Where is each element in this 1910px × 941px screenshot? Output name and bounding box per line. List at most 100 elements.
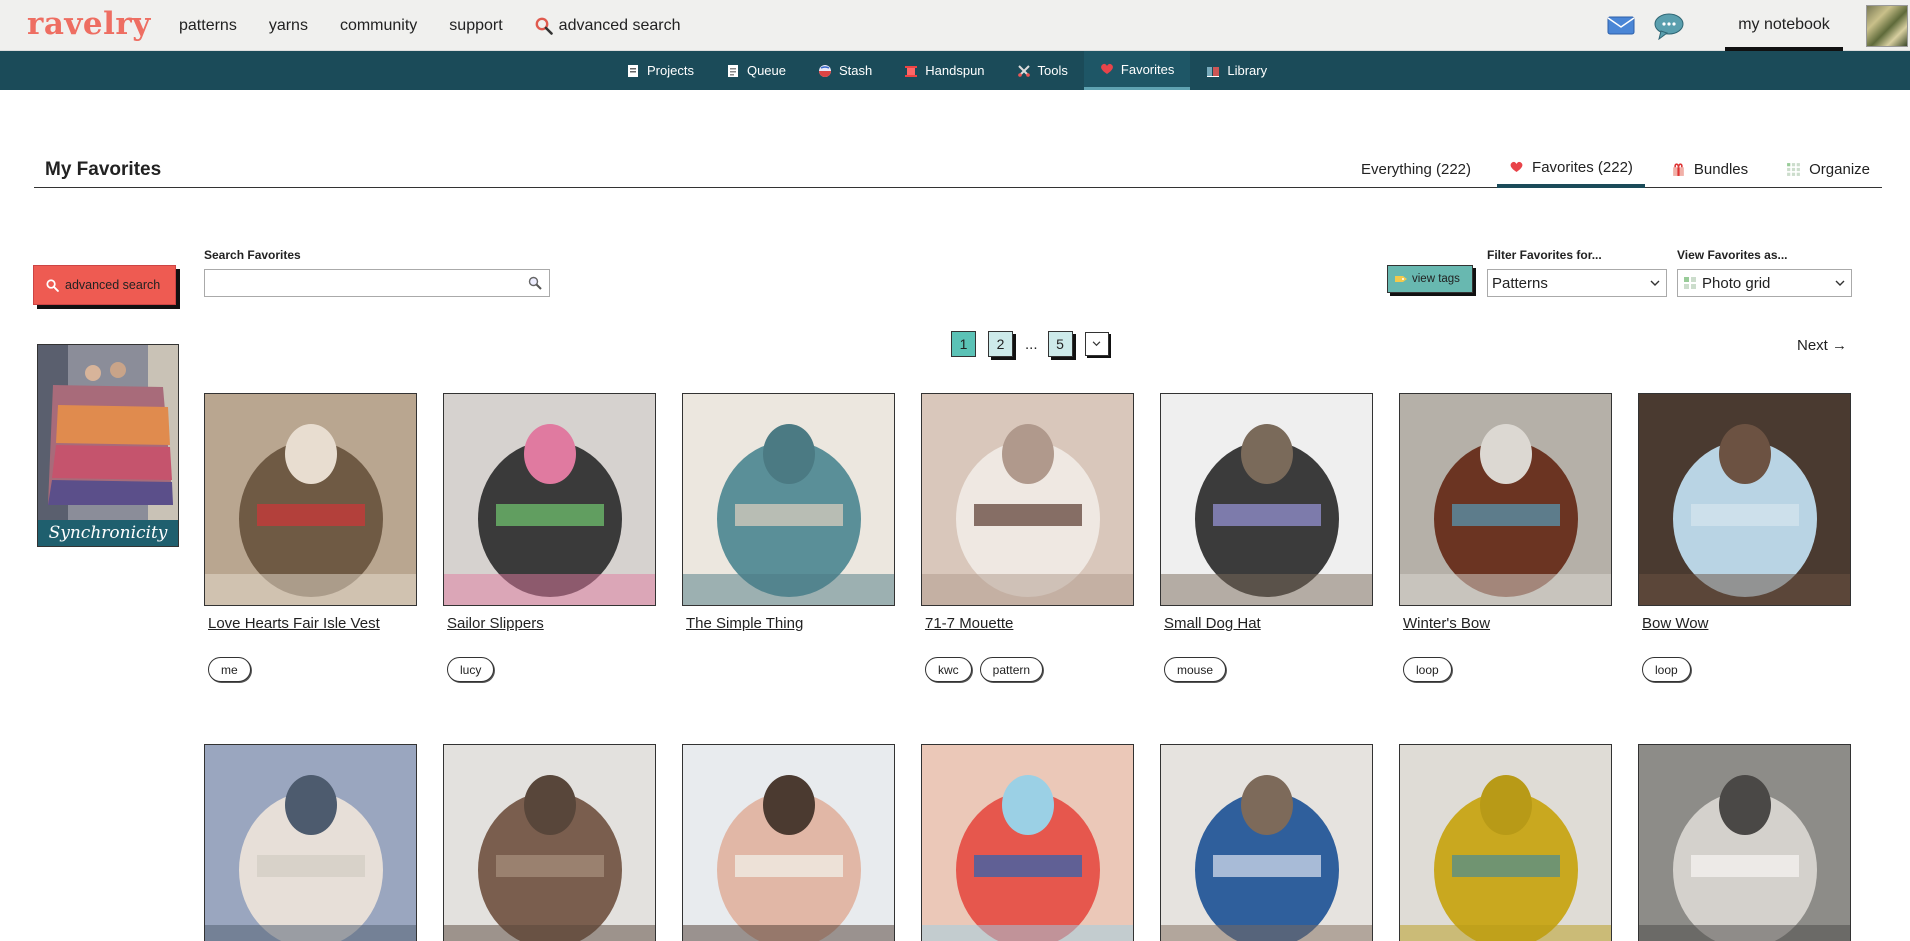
favorite-card[interactable]: Sailor Slippers lucy [443, 393, 656, 682]
pattern-photo[interactable] [1399, 393, 1612, 606]
page-5-button[interactable]: 5 [1047, 331, 1073, 357]
pattern-photo[interactable] [443, 744, 656, 941]
tag-pill[interactable]: mouse [1164, 657, 1227, 682]
notebook-tab-library[interactable]: Library [1190, 51, 1283, 90]
notebook-tab-label: Favorites [1120, 61, 1175, 77]
favorite-card[interactable] [204, 744, 417, 941]
pattern-title-link[interactable]: The Simple Thing [686, 615, 803, 632]
tab-favorites[interactable]: Favorites (222) [1497, 150, 1645, 188]
notebook-tab-handspun[interactable]: Handspun [888, 51, 1000, 90]
filter-favorites-select[interactable]: Patterns [1487, 269, 1667, 297]
favorite-card[interactable] [1399, 744, 1612, 941]
pattern-photo[interactable] [204, 393, 417, 606]
photo-illustration [205, 745, 416, 941]
pattern-photo[interactable] [1638, 744, 1851, 941]
favorite-card[interactable]: Small Dog Hat mouse [1160, 393, 1373, 682]
mail-icon[interactable] [1607, 16, 1635, 35]
next-page-link[interactable]: Next → [1797, 337, 1847, 354]
pattern-title-link[interactable]: 71-7 Mouette [925, 615, 1013, 632]
tag-list: lucy [447, 657, 495, 682]
search-favorites-input[interactable] [204, 269, 550, 297]
main-nav-links: patterns yarns community support advance… [179, 0, 681, 51]
tag-list: mouse [1164, 657, 1227, 682]
my-notebook-link[interactable]: my notebook [1725, 0, 1843, 51]
notebook-tab-label: Queue [746, 63, 787, 78]
tag-pill[interactable]: kwc [925, 657, 972, 682]
bundle-photo [38, 345, 178, 522]
notebook-tab-queue[interactable]: Queue [710, 51, 802, 90]
nav-link-yarns[interactable]: yarns [269, 17, 308, 35]
photo-illustration [1639, 745, 1850, 941]
page-jump-button[interactable] [1084, 332, 1109, 356]
favorite-card[interactable]: Love Hearts Fair Isle Vest me [204, 393, 417, 682]
notebook-tab-label: Projects [647, 63, 694, 78]
favorite-card[interactable] [443, 744, 656, 941]
favorite-card[interactable]: 71-7 Mouette kwc pattern [921, 393, 1134, 682]
nav-link-support[interactable]: support [449, 17, 502, 35]
bundle-thumbnail[interactable]: Synchronicity [37, 344, 179, 547]
search-favorites-label: Search Favorites [204, 248, 301, 262]
pattern-photo[interactable] [1399, 744, 1612, 941]
chat-icon[interactable] [1653, 12, 1685, 40]
pattern-title-link[interactable]: Small Dog Hat [1164, 615, 1261, 632]
pattern-photo[interactable] [921, 393, 1134, 606]
pattern-title-link[interactable]: Sailor Slippers [447, 615, 544, 632]
tag-pill[interactable]: lucy [447, 657, 495, 682]
tag-pill[interactable]: me [208, 657, 251, 682]
favorite-card[interactable]: The Simple Thing [682, 393, 895, 632]
nav-link-patterns[interactable]: patterns [179, 17, 237, 35]
bundle-label: Synchronicity [38, 520, 178, 546]
favorite-card[interactable] [1160, 744, 1373, 941]
view-as-select[interactable]: Photo grid [1677, 269, 1852, 297]
grid-icon [1684, 277, 1696, 289]
magnifier-icon[interactable] [528, 276, 542, 290]
pattern-title-link[interactable]: Winter's Bow [1403, 615, 1490, 632]
photo-illustration [922, 394, 1133, 605]
pattern-title-link[interactable]: Love Hearts Fair Isle Vest [208, 615, 380, 632]
pattern-photo[interactable] [682, 393, 895, 606]
notebook-tab-projects[interactable]: Projects [610, 51, 710, 90]
photo-illustration [683, 745, 894, 941]
ravelry-logo[interactable]: ravelry [27, 6, 151, 42]
tab-everything[interactable]: Everything (222) [1349, 150, 1483, 188]
nav-advanced-search[interactable]: advanced search [535, 17, 681, 35]
notebook-tab-stash[interactable]: Stash [802, 51, 888, 90]
tab-organize[interactable]: Organize [1774, 150, 1882, 188]
favorites-tabs: Everything (222) Favorites (222) Bundles… [1335, 150, 1882, 188]
view-tags-button[interactable]: view tags [1387, 265, 1473, 293]
pattern-photo[interactable] [204, 744, 417, 941]
tag-pill[interactable]: loop [1642, 657, 1691, 682]
notebook-tab-favorites[interactable]: Favorites [1083, 51, 1191, 90]
advanced-search-button[interactable]: advanced search [33, 265, 176, 305]
pattern-photo[interactable] [443, 393, 656, 606]
notebook-tab-label: Tools [1037, 63, 1068, 78]
pattern-photo[interactable] [1638, 393, 1851, 606]
tab-label: Bundles [1693, 160, 1749, 178]
tag-pill[interactable]: pattern [979, 657, 1044, 682]
nav-link-community[interactable]: community [340, 17, 417, 35]
photo-illustration [444, 394, 655, 605]
favorite-card[interactable]: Bow Wow loop [1638, 393, 1851, 682]
heart-icon [1100, 63, 1113, 74]
tab-label: Favorites (222) [1532, 158, 1633, 176]
tab-bundles[interactable]: Bundles [1659, 150, 1760, 188]
heart-icon [1510, 161, 1523, 172]
pagination: 1 2 ... 5 [951, 330, 1109, 358]
tag-pill[interactable]: loop [1403, 657, 1452, 682]
favorite-card[interactable]: Winter's Bow loop [1399, 393, 1612, 682]
page-1-button[interactable]: 1 [951, 331, 976, 357]
notebook-tab-label: Handspun [925, 63, 985, 78]
photo-illustration [1400, 745, 1611, 941]
pattern-photo[interactable] [682, 744, 895, 941]
favorite-card[interactable] [921, 744, 1134, 941]
pattern-photo[interactable] [1160, 744, 1373, 941]
pattern-photo[interactable] [1160, 393, 1373, 606]
favorite-card[interactable] [1638, 744, 1851, 941]
favorite-card[interactable] [682, 744, 895, 941]
pattern-title-link[interactable]: Bow Wow [1642, 615, 1708, 632]
pagination-ellipsis: ... [1025, 335, 1038, 353]
pattern-photo[interactable] [921, 744, 1134, 941]
page-2-button[interactable]: 2 [988, 331, 1013, 357]
avatar[interactable] [1866, 4, 1908, 47]
notebook-tab-tools[interactable]: Tools [1001, 51, 1084, 90]
